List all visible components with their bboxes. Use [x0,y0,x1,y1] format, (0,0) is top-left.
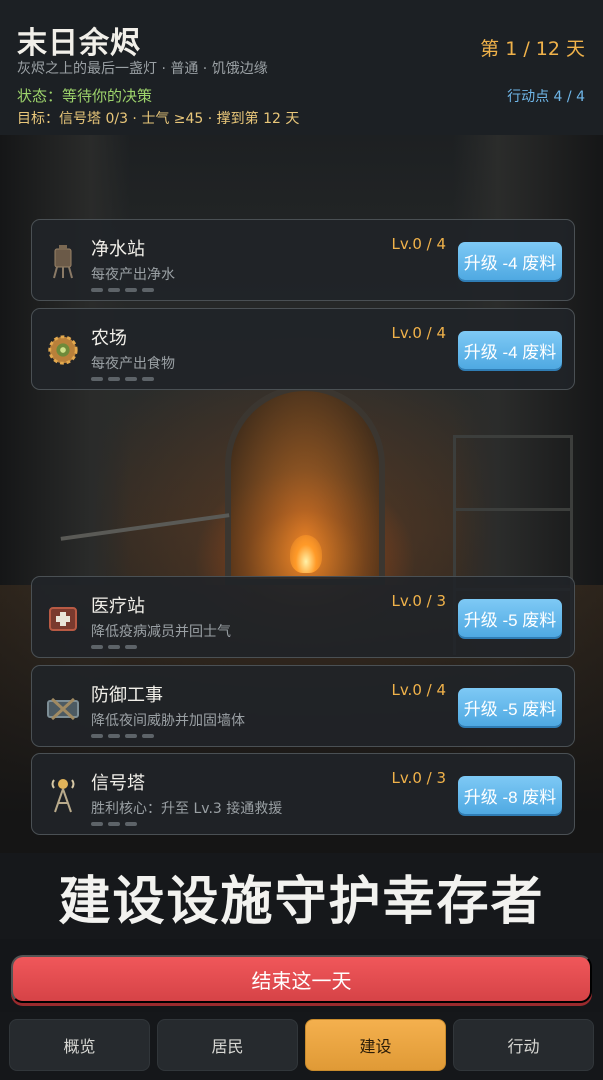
level-pips [91,377,154,381]
tab-actions[interactable]: 行动 [453,1019,594,1071]
barricade-icon [46,688,80,726]
top-header: 末日余烬 灰烬之上的最后一盏灯 · 普通 · 饥饿边缘 状态：等待你的决策 目标… [0,0,603,135]
campfire [290,535,322,573]
building-name: 医疗站 [91,596,145,617]
farm-gear-icon [46,331,80,369]
upgrade-button[interactable]: 升级 -4 废料 [458,331,562,369]
building-desc: 降低夜间威胁并加固墙体 [91,713,245,729]
status-text: 状态：等待你的决策 [17,87,153,105]
level-pips [91,645,137,649]
game-subtitle: 灰烬之上的最后一盏灯 · 普通 · 饥饿边缘 [17,61,268,77]
building-desc: 降低疫病减员并回士气 [91,624,231,640]
building-desc: 每夜产出净水 [91,267,175,283]
tab-overview[interactable]: 概览 [9,1019,150,1071]
game-title: 末日余烬 [17,26,141,61]
upgrade-button[interactable]: 升级 -8 废料 [458,776,562,814]
building-level: Lv.0 / 3 [391,592,446,610]
promo-banner: 建设设施守护幸存者 [0,853,603,939]
building-card-signal: 信号塔 胜利核心：升至 Lv.3 接通救援 Lv.0 / 3 升级 -8 废料 [31,753,575,835]
building-name: 防御工事 [91,685,163,706]
building-card-medical: 医疗站 降低疫病减员并回士气 Lv.0 / 3 升级 -5 废料 [31,576,575,658]
building-level: Lv.0 / 4 [391,324,446,342]
level-pips [91,734,154,738]
building-card-farm: 农场 每夜产出食物 Lv.0 / 4 升级 -4 废料 [31,308,575,390]
goal-text: 目标：信号塔 0/3 · 士气 ≥45 · 撑到第 12 天 [17,111,300,127]
building-desc: 胜利核心：升至 Lv.3 接通救援 [91,801,283,817]
building-desc: 每夜产出食物 [91,356,175,372]
upgrade-button[interactable]: 升级 -4 废料 [458,242,562,280]
medkit-icon [46,599,80,637]
level-pips [91,822,137,826]
level-pips [91,288,154,292]
building-card-water: 净水站 每夜产出净水 Lv.0 / 4 升级 -4 废料 [31,219,575,301]
signal-tower-icon [46,776,80,814]
building-name: 信号塔 [91,773,145,794]
upgrade-button[interactable]: 升级 -5 废料 [458,688,562,726]
building-card-defense: 防御工事 降低夜间威胁并加固墙体 Lv.0 / 4 升级 -5 废料 [31,665,575,747]
tab-residents[interactable]: 居民 [157,1019,298,1071]
day-counter: 第 1 / 12 天 [480,38,585,60]
building-level: Lv.0 / 4 [391,681,446,699]
building-level: Lv.0 / 3 [391,769,446,787]
tab-build[interactable]: 建设 [305,1019,446,1071]
bottom-nav: 概览 居民 建设 行动 [0,1012,603,1080]
action-points: 行动点 4 / 4 [507,89,585,105]
building-level: Lv.0 / 4 [391,235,446,253]
building-name: 净水站 [91,239,145,260]
end-day-button[interactable]: 结束这一天 [11,955,592,1003]
banner-text: 建设设施守护幸存者 [58,871,545,932]
upgrade-button[interactable]: 升级 -5 废料 [458,599,562,637]
building-name: 农场 [91,328,127,349]
water-tower-icon [46,242,80,280]
